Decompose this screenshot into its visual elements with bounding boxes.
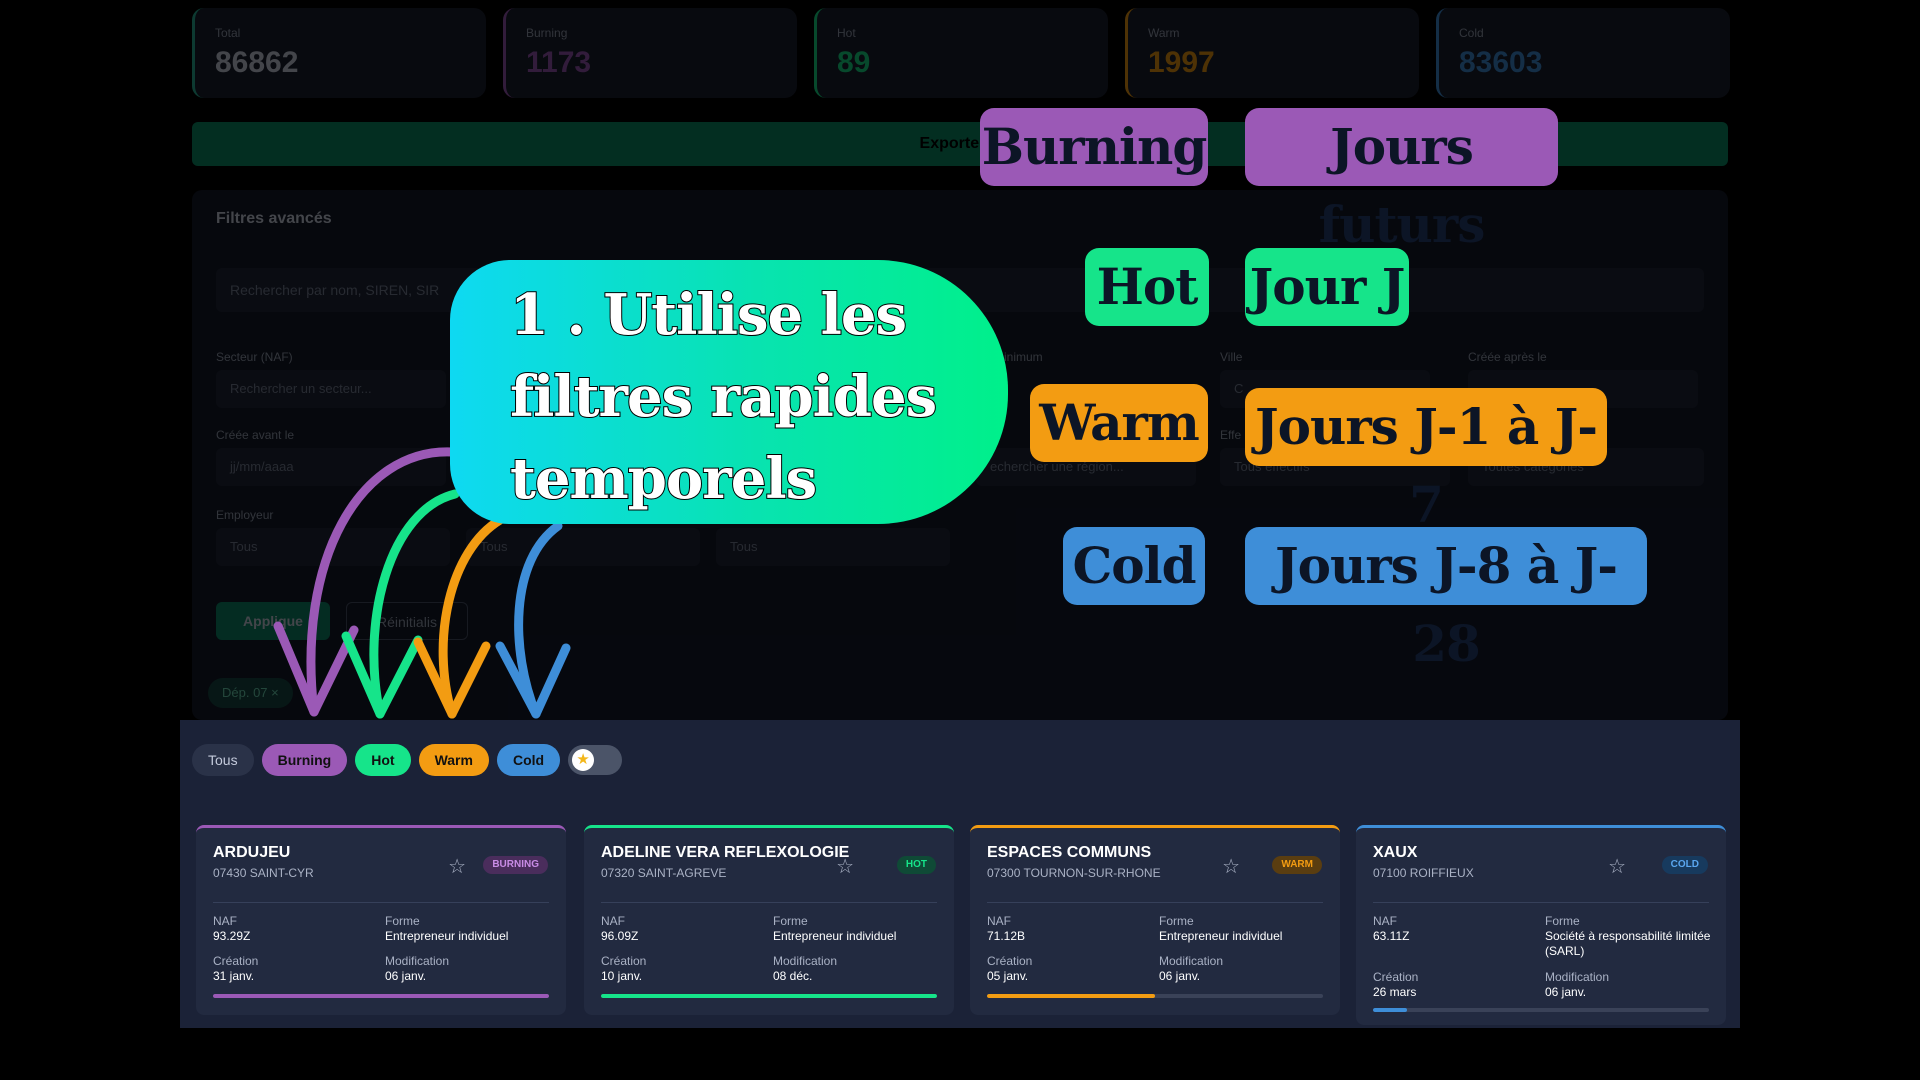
instruction-text: 1 . Utilise les filtres rapides temporel… bbox=[509, 274, 938, 520]
instruction-callout: 1 . Utilise les filtres rapides temporel… bbox=[450, 260, 1008, 524]
arrow-blue-head bbox=[495, 641, 571, 719]
legend-warm: Warm bbox=[1030, 384, 1208, 462]
legend-burning-desc: Jours futurs bbox=[1245, 108, 1558, 254]
legend-hot: Hot bbox=[1085, 248, 1209, 326]
legend-cold: Cold bbox=[1063, 527, 1205, 605]
instruction-line-2: filtres rapides bbox=[509, 363, 938, 431]
legend-burning: Burning bbox=[980, 108, 1208, 186]
instruction-line-1: 1 . Utilise les bbox=[509, 281, 908, 349]
legend-hot-desc: Jour J bbox=[1245, 248, 1409, 326]
arrow-green-head bbox=[341, 631, 423, 719]
legend-cold-desc: Jours J-8 à J-28 bbox=[1245, 527, 1647, 673]
legend-warm-desc: Jours J-1 à J-7 bbox=[1245, 388, 1607, 534]
instruction-line-3: temporels bbox=[509, 445, 818, 513]
